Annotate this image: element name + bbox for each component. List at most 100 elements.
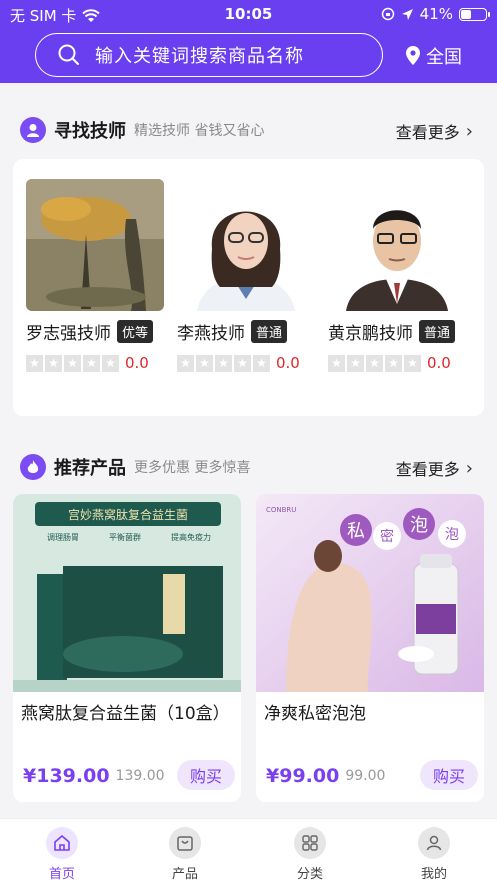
bag-icon xyxy=(169,827,201,859)
grid-icon xyxy=(294,827,326,859)
chevron-right-icon: › xyxy=(465,120,473,142)
technician-rating: ★ ★ ★ ★ ★ 0.0 xyxy=(26,354,168,372)
star-icon: ★ xyxy=(215,354,232,372)
star-icon: ★ xyxy=(102,354,119,372)
star-icon: ★ xyxy=(26,354,43,372)
technician-name: 黄京鹏技师 xyxy=(328,324,413,344)
star-icon: ★ xyxy=(328,354,345,372)
star-icon: ★ xyxy=(385,354,402,372)
location-selector[interactable]: 全国 xyxy=(404,43,462,69)
product-feature-text: 调理肠胃 xyxy=(47,533,79,542)
buy-button[interactable]: 购买 xyxy=(420,760,478,790)
star-icon: ★ xyxy=(196,354,213,372)
product-original-price: 139.00 xyxy=(115,768,165,784)
product-feature-text: 提高免疫力 xyxy=(171,532,211,542)
buy-button[interactable]: 购买 xyxy=(177,760,235,790)
star-icon: ★ xyxy=(234,354,251,372)
location-label: 全国 xyxy=(426,47,462,68)
nav-label: 首页 xyxy=(48,867,75,882)
bottom-nav: 首页 产品 分类 我的 xyxy=(0,818,497,883)
technicians-title: 寻找技师 xyxy=(54,121,126,142)
product-image: CONBRU 私 密 泡 泡 xyxy=(256,494,484,692)
app-header: 无 SIM 卡 10:05 41% 输入关键词搜索商品名称 全国 xyxy=(0,0,497,83)
rotation-lock-icon xyxy=(381,7,394,21)
nav-label: 我的 xyxy=(420,867,447,882)
product-price-row: ¥139.00 139.00 购买 xyxy=(23,760,235,792)
technician-score: 0.0 xyxy=(427,354,451,372)
technician-score: 0.0 xyxy=(125,354,149,372)
product-headline-char: 私 xyxy=(347,521,365,542)
product-card[interactable]: 宫妙燕窝肽复合益生菌 调理肠胃 平衡菌群 提高免疫力 燕窝肽复合益生菌（10盒）… xyxy=(13,494,241,802)
star-icon: ★ xyxy=(404,354,421,372)
star-icon: ★ xyxy=(83,354,100,372)
status-bar: 无 SIM 卡 10:05 41% xyxy=(0,0,497,28)
search-bar[interactable]: 输入关键词搜索商品名称 xyxy=(35,33,383,77)
products-more-label: 查看更多 xyxy=(395,460,460,479)
technician-name: 罗志强技师 xyxy=(26,324,111,344)
technician-rating: ★ ★ ★ ★ ★ 0.0 xyxy=(328,354,470,372)
star-icon: ★ xyxy=(347,354,364,372)
product-price: ¥99.00 xyxy=(266,765,340,787)
product-price-row: ¥99.00 99.00 购买 xyxy=(266,760,478,792)
technicians-more-link[interactable]: 查看更多 › xyxy=(396,119,473,143)
technician-name: 李燕技师 xyxy=(177,324,245,344)
nav-item-profile[interactable]: 我的 xyxy=(394,827,474,882)
product-headline-char: 泡 xyxy=(410,515,428,536)
technician-icon xyxy=(20,117,46,143)
technician-item[interactable]: 李燕技师 普通 ★ ★ ★ ★ ★ 0.0 xyxy=(177,179,319,372)
product-image: 宫妙燕窝肽复合益生菌 调理肠胃 平衡菌群 提高免疫力 xyxy=(13,494,241,692)
battery-fill xyxy=(461,9,471,19)
product-banner-text: 宫妙燕窝肽复合益生菌 xyxy=(68,507,188,522)
nav-item-home[interactable]: 首页 xyxy=(22,827,102,882)
star-icon: ★ xyxy=(45,354,62,372)
technician-item[interactable]: 罗志强技师 优等 ★ ★ ★ ★ ★ 0.0 xyxy=(26,179,168,372)
location-arrow-icon xyxy=(401,8,413,20)
product-original-price: 99.00 xyxy=(345,768,386,784)
product-headline-char: 密 xyxy=(380,528,394,545)
technician-level-badge: 优等 xyxy=(117,320,154,343)
product-price: ¥139.00 xyxy=(23,765,110,787)
technician-name-row: 罗志强技师 优等 xyxy=(26,319,168,344)
technician-level-badge: 普通 xyxy=(419,320,456,343)
technician-name-row: 黄京鹏技师 普通 xyxy=(328,319,470,344)
product-headline-char: 泡 xyxy=(445,527,459,543)
products-subtitle: 更多优惠 更多惊喜 xyxy=(134,460,251,476)
star-icon: ★ xyxy=(253,354,270,372)
product-card[interactable]: CONBRU 私 密 泡 泡 净爽私密泡泡 ¥99.00 99.00 购买 xyxy=(256,494,484,802)
star-icon: ★ xyxy=(64,354,81,372)
technician-photo xyxy=(26,179,164,311)
products-title: 推荐产品 xyxy=(54,458,126,479)
nav-label: 分类 xyxy=(296,867,323,882)
product-title: 燕窝肽复合益生菌（10盒） xyxy=(21,704,230,724)
technician-photo xyxy=(328,179,466,311)
technician-item[interactable]: 黄京鹏技师 普通 ★ ★ ★ ★ ★ 0.0 xyxy=(328,179,470,372)
status-right: 41% xyxy=(381,5,490,23)
search-placeholder: 输入关键词搜索商品名称 xyxy=(95,46,304,67)
chevron-right-icon: › xyxy=(465,457,473,479)
products-section-header: 推荐产品 更多优惠 更多惊喜 xyxy=(20,454,250,480)
search-icon xyxy=(58,44,79,65)
product-brand-text: CONBRU xyxy=(266,506,296,514)
battery-percent: 41% xyxy=(419,5,453,23)
technicians-subtitle: 精选技师 省钱又省心 xyxy=(134,123,265,139)
technician-level-badge: 普通 xyxy=(251,320,288,343)
battery-icon xyxy=(459,7,490,21)
home-icon xyxy=(46,827,78,859)
technician-score: 0.0 xyxy=(276,354,300,372)
technician-photo xyxy=(177,179,315,311)
nav-item-categories[interactable]: 分类 xyxy=(270,827,350,882)
nav-label: 产品 xyxy=(171,867,198,882)
flame-icon xyxy=(20,454,46,480)
location-pin-icon xyxy=(406,46,420,65)
technicians-section-header: 寻找技师 精选技师 省钱又省心 xyxy=(20,117,264,143)
technicians-more-label: 查看更多 xyxy=(395,123,460,142)
technician-name-row: 李燕技师 普通 xyxy=(177,319,319,344)
star-icon: ★ xyxy=(177,354,194,372)
nav-item-products[interactable]: 产品 xyxy=(145,827,225,882)
product-feature-text: 平衡菌群 xyxy=(109,532,141,542)
products-more-link[interactable]: 查看更多 › xyxy=(396,456,473,480)
technician-rating: ★ ★ ★ ★ ★ 0.0 xyxy=(177,354,319,372)
product-title: 净爽私密泡泡 xyxy=(264,704,366,724)
technicians-card: 罗志强技师 优等 ★ ★ ★ ★ ★ 0.0 李燕技师 普通 ★ ★ ★ ★ ★… xyxy=(13,159,484,416)
star-icon: ★ xyxy=(366,354,383,372)
